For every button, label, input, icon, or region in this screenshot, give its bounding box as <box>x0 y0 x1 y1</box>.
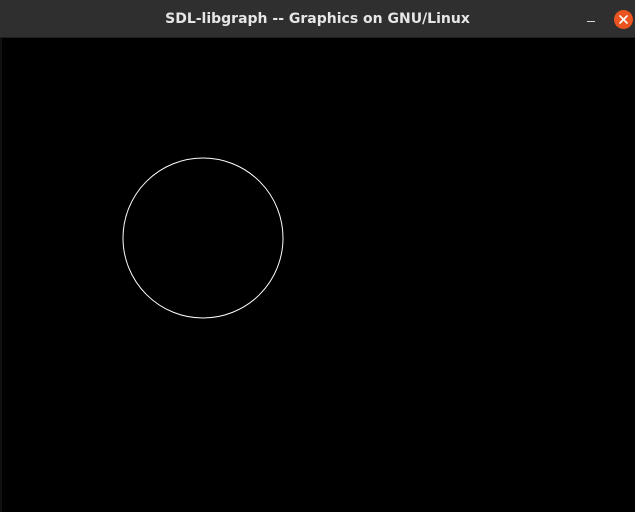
minimize-icon <box>587 21 595 22</box>
window-title: SDL-libgraph -- Graphics on GNU/Linux <box>165 11 470 27</box>
minimize-button[interactable] <box>580 9 602 31</box>
drawn-circle <box>122 157 284 319</box>
close-button[interactable] <box>614 10 633 29</box>
close-icon <box>619 15 628 24</box>
window-left-border <box>0 38 2 512</box>
title-bar[interactable]: SDL-libgraph -- Graphics on GNU/Linux <box>0 0 635 38</box>
app-window: SDL-libgraph -- Graphics on GNU/Linux <box>0 0 635 512</box>
graphics-canvas[interactable] <box>0 38 635 512</box>
drawing-surface <box>122 157 284 319</box>
